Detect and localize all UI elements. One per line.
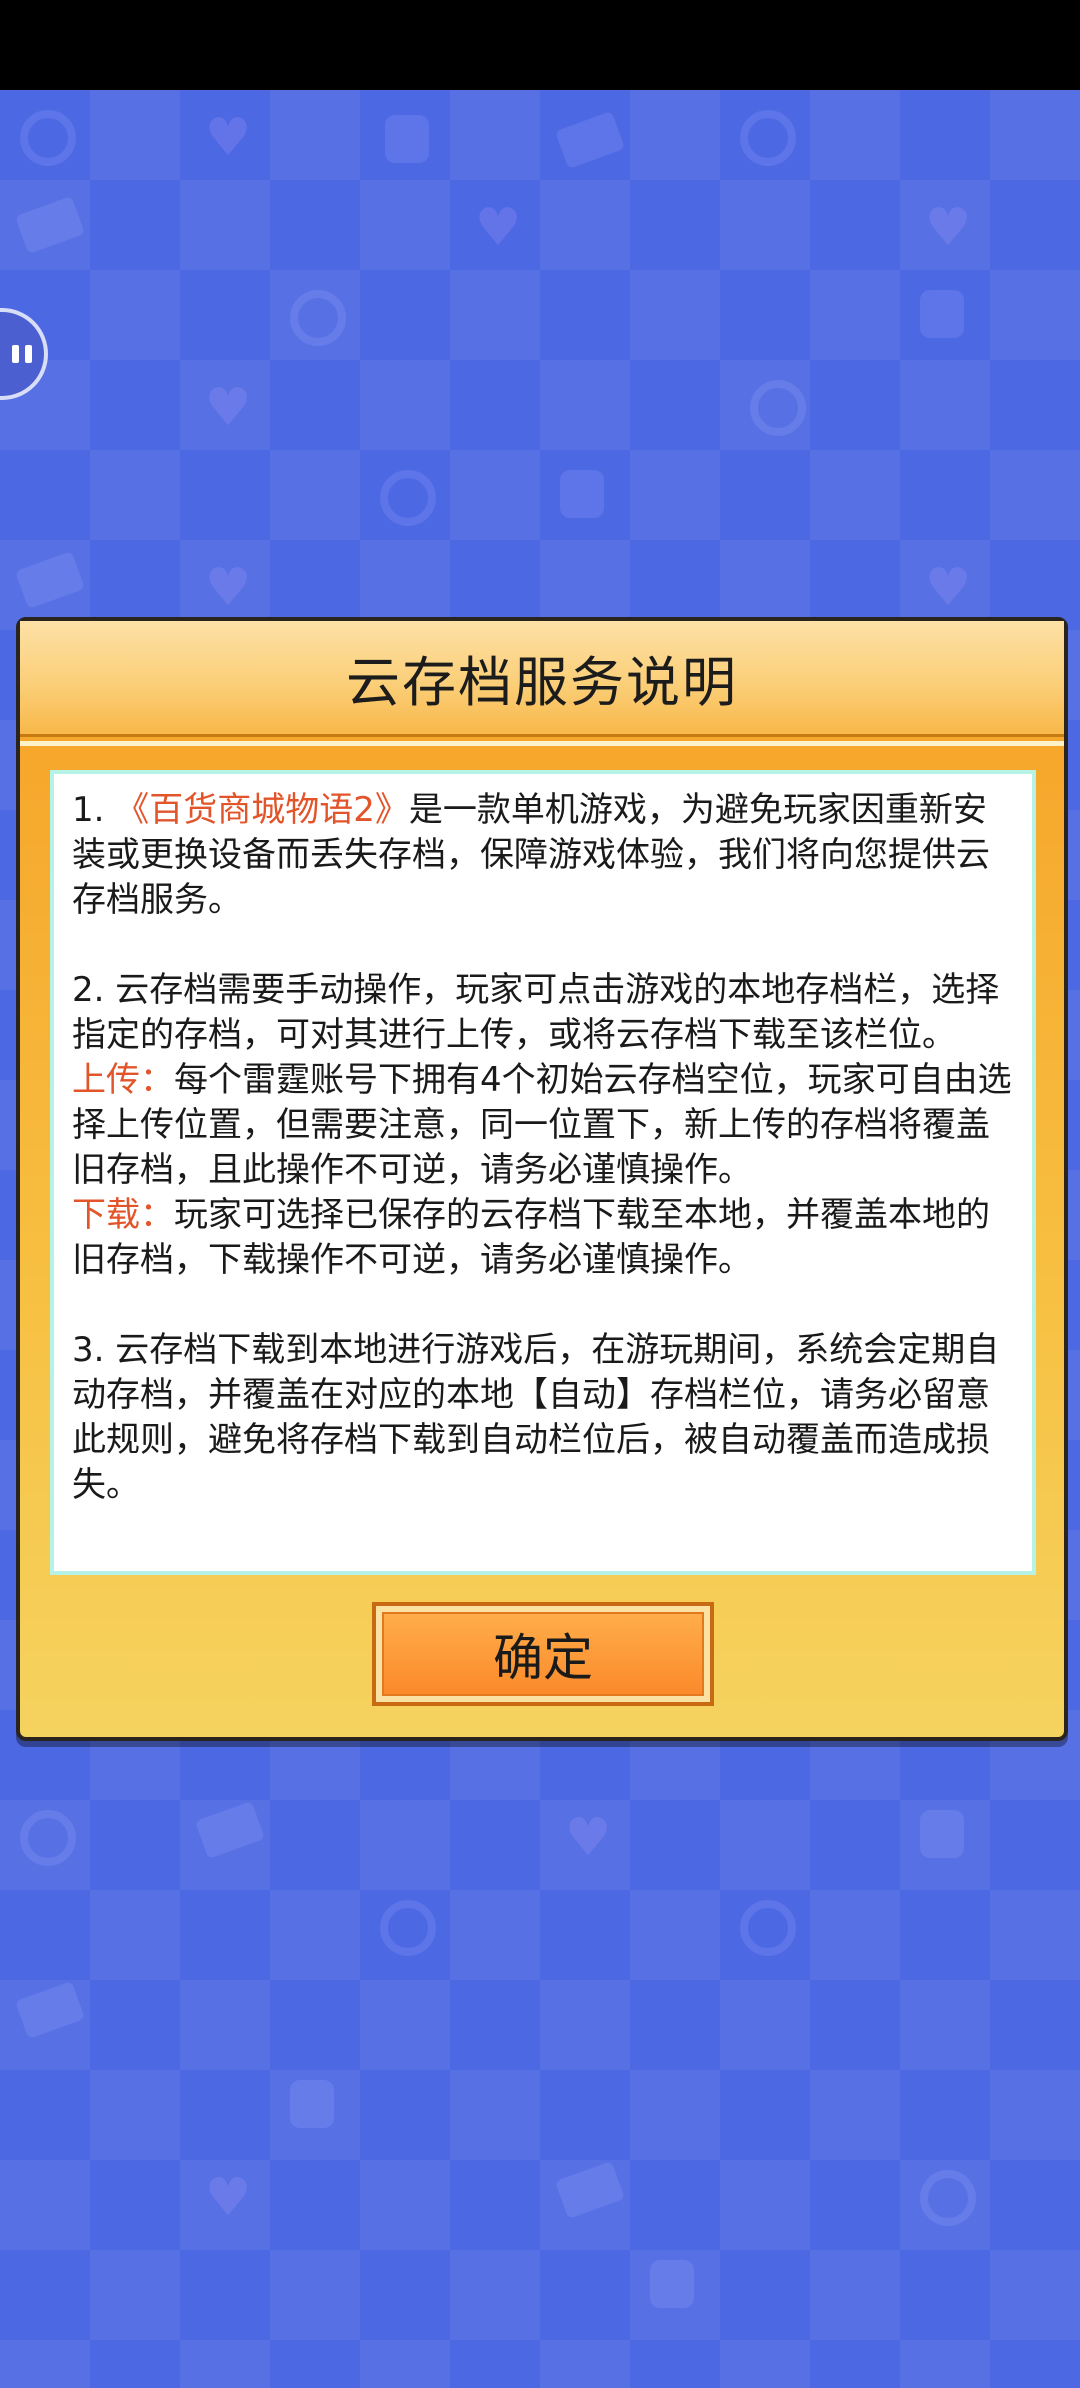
coin-icon <box>380 1900 436 1956</box>
lock-icon <box>385 115 429 163</box>
dialog-title: 云存档服务说明 <box>346 651 738 714</box>
paragraph-1: 1. 《百货商城物语2》是一款单机游戏，为避免玩家因重新安装或更换设备而丢失存档… <box>72 788 1014 923</box>
heart-icon: ♥ <box>204 558 252 618</box>
coin-icon <box>750 380 806 436</box>
status-bar <box>0 0 1080 90</box>
upload-label: 上传： <box>72 1060 174 1100</box>
dialog-content: 1. 《百货商城物语2》是一款单机游戏，为避免玩家因重新安装或更换设备而丢失存档… <box>50 770 1036 1575</box>
confirm-button-label: 确定 <box>382 1612 704 1696</box>
coin-icon <box>920 2170 976 2226</box>
coin-icon <box>740 110 796 166</box>
brick-icon <box>14 195 86 255</box>
paragraph-2: 2. 云存档需要手动操作，玩家可点击游戏的本地存档栏，选择指定的存档，可对其进行… <box>72 970 1000 1055</box>
download-note: 下载：玩家可选择已保存的云存档下载至本地，并覆盖本地的旧存档，下载操作不可逆，请… <box>72 1193 1014 1283</box>
heart-icon: ♥ <box>924 198 972 258</box>
download-text: 玩家可选择已保存的云存档下载至本地，并覆盖本地的旧存档，下载操作不可逆，请务必谨… <box>72 1195 990 1280</box>
lock-icon <box>650 2260 694 2308</box>
lock-icon <box>560 470 604 518</box>
game-name: 《百货商城物语2》 <box>115 790 409 830</box>
upload-text: 每个雷霆账号下拥有4个初始云存档空位，玩家可自由选择上传位置，但需要注意，同一位… <box>72 1060 1012 1190</box>
brick-icon <box>554 2160 626 2220</box>
coin-icon <box>20 110 76 166</box>
heart-icon: ♥ <box>474 198 522 258</box>
upload-note: 上传：每个雷霆账号下拥有4个初始云存档空位，玩家可自由选择上传位置，但需要注意，… <box>72 1058 1014 1193</box>
download-label: 下载： <box>72 1195 174 1235</box>
paragraph-3: 3. 云存档下载到本地进行游戏后，在游玩期间，系统会定期自动存档，并覆盖在对应的… <box>72 1330 1000 1505</box>
pause-icon <box>12 345 32 363</box>
brick-icon <box>554 110 626 170</box>
coin-icon <box>290 290 346 346</box>
paragraph-number: 1. <box>72 790 116 830</box>
heart-icon: ♥ <box>204 108 252 168</box>
brick-icon <box>14 550 86 610</box>
coin-icon <box>380 470 436 526</box>
heart-icon: ♥ <box>564 1808 612 1868</box>
heart-icon: ♥ <box>204 2168 252 2228</box>
cloud-save-dialog: 云存档服务说明 1. 《百货商城物语2》是一款单机游戏，为避免玩家因重新安装或更… <box>16 617 1068 1741</box>
lock-icon <box>290 2080 334 2128</box>
heart-icon: ♥ <box>924 558 972 618</box>
heart-icon: ♥ <box>204 378 252 438</box>
brick-icon <box>194 1800 266 1860</box>
coin-icon <box>740 1900 796 1956</box>
lock-icon <box>920 290 964 338</box>
dialog-header: 云存档服务说明 <box>20 621 1064 746</box>
coin-icon <box>20 1810 76 1866</box>
confirm-button[interactable]: 确定 <box>372 1602 714 1706</box>
brick-icon <box>14 1980 86 2040</box>
lock-icon <box>920 1810 964 1858</box>
